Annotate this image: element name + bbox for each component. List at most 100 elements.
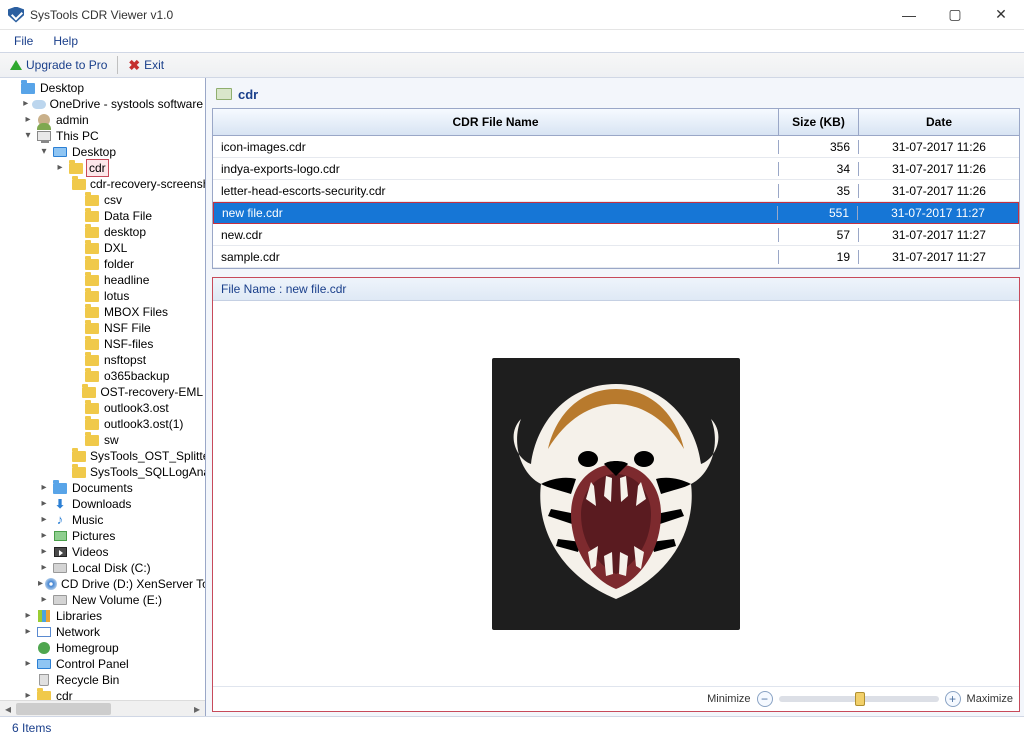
tree-homegroup[interactable]: Homegroup	[2, 640, 205, 656]
tree-pictures[interactable]: ▸Pictures	[2, 528, 205, 544]
table-row[interactable]: indya-exports-logo.cdr3431-07-2017 11:26	[213, 158, 1019, 180]
tree-subfolder[interactable]: Data File	[2, 208, 205, 224]
folder-tree[interactable]: Desktop ▸OneDrive - systools software ▸a…	[0, 78, 206, 716]
cell-name: new.cdr	[213, 228, 779, 242]
tree-newvolume[interactable]: ▸New Volume (E:)	[2, 592, 205, 608]
cell-name: letter-head-escorts-security.cdr	[213, 184, 779, 198]
table-row[interactable]: letter-head-escorts-security.cdr3531-07-…	[213, 180, 1019, 202]
table-row[interactable]: sample.cdr1931-07-2017 11:27	[213, 246, 1019, 268]
download-icon: ⬇	[52, 496, 68, 512]
zoom-slider[interactable]	[779, 696, 939, 702]
tree-subfolder-label: MBOX Files	[102, 304, 170, 320]
tree-subfolder-label: NSF File	[102, 320, 153, 336]
cell-name: sample.cdr	[213, 250, 779, 264]
tree-subfolder[interactable]: SysTools_OST_Splitter_2	[2, 448, 205, 464]
cell-date: 31-07-2017 11:27	[858, 206, 1018, 220]
tree-subfolder[interactable]: folder	[2, 256, 205, 272]
table-row[interactable]: new.cdr5731-07-2017 11:27	[213, 224, 1019, 246]
preview-filename: new file.cdr	[286, 282, 347, 296]
tree-subfolder-label: csv	[102, 192, 124, 208]
close-icon: ✖	[128, 57, 140, 74]
tree-network[interactable]: ▸Network	[2, 624, 205, 640]
table-row[interactable]: new file.cdr55131-07-2017 11:27	[213, 202, 1019, 224]
upgrade-label: Upgrade to Pro	[26, 58, 107, 72]
preview-label: File Name :	[221, 282, 286, 296]
tree-subfolder[interactable]: sw	[2, 432, 205, 448]
header-date[interactable]: Date	[859, 109, 1019, 135]
tree-subfolder[interactable]: lotus	[2, 288, 205, 304]
zoom-minimize-label: Minimize	[707, 693, 750, 705]
tree-subfolder-label: Data File	[102, 208, 154, 224]
tree-subfolder[interactable]: SysTools_SQLLogAnalyzer	[2, 464, 205, 480]
status-bar: 6 Items	[0, 716, 1024, 738]
tree-onedrive[interactable]: ▸OneDrive - systools software	[2, 96, 205, 112]
cell-size: 35	[779, 184, 859, 198]
maximize-window-button[interactable]: ▢	[932, 0, 978, 30]
tree-controlpanel[interactable]: ▸Control Panel	[2, 656, 205, 672]
tree-videos[interactable]: ▸Videos	[2, 544, 205, 560]
preview-panel: File Name : new file.cdr	[212, 277, 1020, 712]
tree-localdisk[interactable]: ▸Local Disk (C:)	[2, 560, 205, 576]
tree-scrollbar[interactable]: ◂▸	[0, 700, 205, 716]
tree-subfolder[interactable]: outlook3.ost(1)	[2, 416, 205, 432]
tree-subfolder[interactable]: headline	[2, 272, 205, 288]
exit-button[interactable]: ✖ Exit	[122, 55, 170, 76]
tree-subfolder-label: OST-recovery-EML	[98, 384, 205, 400]
tree-downloads[interactable]: ▸⬇Downloads	[2, 496, 205, 512]
tree-subfolder[interactable]: NSF File	[2, 320, 205, 336]
tree-desktop[interactable]: ▾Desktop	[2, 144, 205, 160]
header-size[interactable]: Size (KB)	[779, 109, 859, 135]
table-row[interactable]: icon-images.cdr35631-07-2017 11:26	[213, 136, 1019, 158]
arrow-up-icon	[10, 60, 22, 70]
tree-desktop-root[interactable]: Desktop	[2, 80, 205, 96]
upgrade-button[interactable]: Upgrade to Pro	[4, 56, 113, 74]
cell-size: 19	[779, 250, 859, 264]
tree-admin[interactable]: ▸admin	[2, 112, 205, 128]
music-icon: ♪	[52, 512, 68, 528]
tree-thispc[interactable]: ▾This PC	[2, 128, 205, 144]
grid-header[interactable]: CDR File Name Size (KB) Date	[213, 109, 1019, 136]
minimize-window-button[interactable]: —	[886, 0, 932, 30]
tree-subfolder[interactable]: DXL	[2, 240, 205, 256]
exit-label: Exit	[144, 58, 164, 72]
tree-subfolder-label: outlook3.ost	[102, 400, 171, 416]
tree-cdr-selected[interactable]: ▸cdr	[2, 160, 205, 176]
tree-subfolder[interactable]: csv	[2, 192, 205, 208]
folder-open-icon	[216, 88, 232, 100]
title-bar: SysTools CDR Viewer v1.0 — ▢ ✕	[0, 0, 1024, 30]
cell-size: 356	[779, 140, 859, 154]
header-name[interactable]: CDR File Name	[213, 109, 779, 135]
zoom-in-button[interactable]: +	[945, 691, 961, 707]
close-window-button[interactable]: ✕	[978, 0, 1024, 30]
menu-file[interactable]: File	[6, 32, 41, 50]
tree-subfolder-label: headline	[102, 272, 151, 288]
tree-documents[interactable]: ▸Documents	[2, 480, 205, 496]
breadcrumb: cdr	[212, 82, 1020, 106]
slider-knob[interactable]	[855, 692, 865, 706]
tree-subfolder-label: lotus	[102, 288, 131, 304]
tree-subfolder[interactable]: OST-recovery-EML	[2, 384, 205, 400]
preview-header: File Name : new file.cdr	[213, 278, 1019, 301]
zoom-out-button[interactable]: −	[757, 691, 773, 707]
cell-date: 31-07-2017 11:27	[859, 228, 1019, 242]
tiger-illustration	[496, 364, 736, 624]
tree-subfolder[interactable]: cdr-recovery-screenshot	[2, 176, 205, 192]
tree-subfolder[interactable]: NSF-files	[2, 336, 205, 352]
tree-subfolder[interactable]: outlook3.ost	[2, 400, 205, 416]
tree-recyclebin[interactable]: Recycle Bin	[2, 672, 205, 688]
tree-cddrive[interactable]: ▸CD Drive (D:) XenServer Tools	[2, 576, 205, 592]
menu-bar: File Help	[0, 30, 1024, 52]
tree-music[interactable]: ▸♪Music	[2, 512, 205, 528]
cell-date: 31-07-2017 11:26	[859, 162, 1019, 176]
tree-libraries[interactable]: ▸Libraries	[2, 608, 205, 624]
tree-subfolder-label: folder	[102, 256, 136, 272]
tree-subfolder-label: SysTools_OST_Splitter_2	[88, 448, 205, 464]
tree-subfolder[interactable]: MBOX Files	[2, 304, 205, 320]
tree-subfolder[interactable]: desktop	[2, 224, 205, 240]
zoom-maximize-label: Maximize	[967, 693, 1013, 705]
menu-help[interactable]: Help	[45, 32, 86, 50]
tree-subfolder[interactable]: nsftopst	[2, 352, 205, 368]
tree-subfolder[interactable]: o365backup	[2, 368, 205, 384]
tree-cdr-bottom[interactable]: ▸cdr	[2, 688, 205, 700]
tree-subfolder-label: SysTools_SQLLogAnalyzer	[88, 464, 205, 480]
